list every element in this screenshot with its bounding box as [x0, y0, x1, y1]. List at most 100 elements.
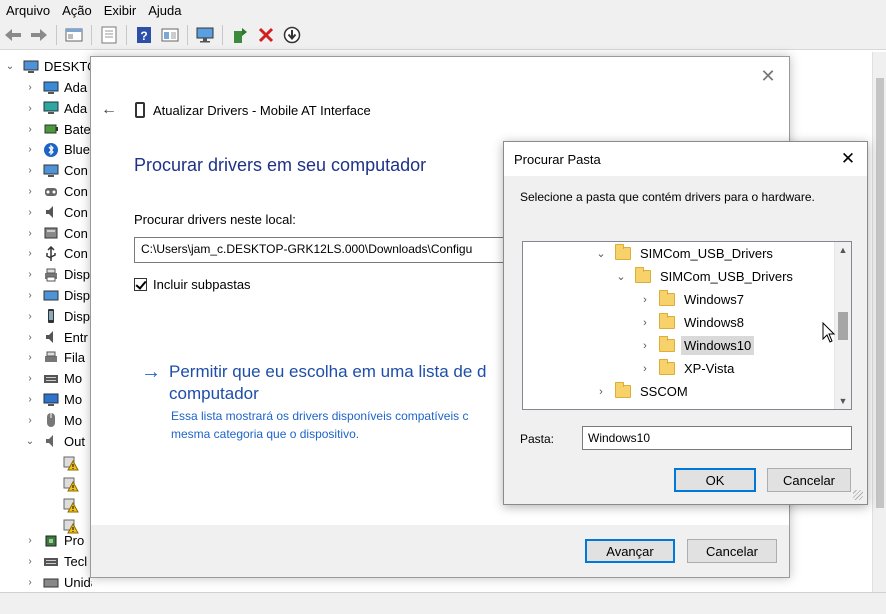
scroll-up-icon[interactable]: ▲	[835, 242, 851, 258]
device-tree-scrollbar[interactable]	[872, 52, 886, 592]
tree-item[interactable]: › Blue	[0, 139, 90, 160]
choose-from-list-title[interactable]: Permitir que eu escolha em uma lista de …	[169, 361, 499, 405]
back-arrow-icon[interactable]: ←	[101, 101, 123, 119]
chevron-right-icon[interactable]: ›	[24, 82, 36, 93]
tree-item[interactable]: › Mo	[0, 389, 82, 410]
tree-item[interactable]: › Bate	[0, 119, 90, 140]
chevron-right-icon[interactable]: ›	[24, 535, 36, 546]
chevron-right-icon[interactable]: ›	[24, 311, 36, 322]
wizard-close-button[interactable]: ✕	[757, 65, 779, 87]
tree-item[interactable]: › Disp	[0, 264, 90, 285]
next-button[interactable]: Avançar	[585, 539, 675, 563]
chevron-right-icon[interactable]: ›	[24, 290, 36, 301]
chevron-right-icon[interactable]: ›	[24, 103, 36, 114]
update-driver-icon[interactable]	[229, 24, 251, 46]
tree-item[interactable]: › Con	[0, 181, 88, 202]
chevron-right-icon[interactable]: ›	[24, 556, 36, 567]
chevron-right-icon[interactable]: ›	[24, 332, 36, 343]
chevron-right-icon[interactable]: ›	[24, 248, 36, 259]
scrollbar-thumb[interactable]	[876, 78, 884, 508]
tree-item[interactable]: › Con	[0, 202, 88, 223]
folder-input[interactable]	[582, 426, 852, 450]
menu-exibir[interactable]: Exibir	[98, 3, 143, 18]
tree-item[interactable]: › Con	[0, 160, 88, 181]
chevron-right-icon[interactable]: ›	[24, 269, 36, 280]
view-details-icon[interactable]	[159, 24, 181, 46]
scrollbar-thumb[interactable]	[838, 312, 848, 340]
ok-button[interactable]: OK	[674, 468, 756, 492]
chevron-down-icon[interactable]: ⌄	[593, 247, 609, 260]
scroll-down-icon[interactable]: ▼	[835, 393, 851, 409]
tree-root[interactable]: ⌄ DESKTO	[0, 56, 92, 77]
chevron-right-icon[interactable]: ›	[24, 144, 36, 155]
computer-icon	[22, 59, 40, 75]
folder-item[interactable]: › Windows10	[523, 334, 833, 357]
tree-item[interactable]: › Fila	[0, 347, 85, 368]
chevron-down-icon[interactable]: ⌄	[613, 270, 629, 283]
tree-item[interactable]: › Tecl	[0, 551, 87, 572]
checkbox-checked[interactable]	[134, 278, 147, 291]
folder-tree[interactable]: ⌄ SIMCom_USB_Drivers ⌄ SIMCom_USB_Drivers › W…	[522, 241, 852, 410]
chevron-right-icon[interactable]: ›	[24, 577, 36, 588]
tree-item[interactable]: › Con	[0, 243, 88, 264]
unknown-device-item[interactable]	[0, 494, 84, 515]
monitor-scan-icon[interactable]	[194, 24, 216, 46]
menu-ajuda[interactable]: Ajuda	[142, 3, 187, 18]
folder-item[interactable]: ⌄ SIMCom_USB_Drivers	[523, 242, 833, 265]
view-icon[interactable]	[98, 24, 120, 46]
properties-icon[interactable]	[63, 24, 85, 46]
tree-item-label: Mo	[64, 392, 83, 407]
tree-item[interactable]: › Unidades de disco	[0, 572, 92, 592]
folder-item[interactable]: › XP-Vista	[523, 357, 833, 380]
chevron-right-icon[interactable]: ›	[24, 124, 36, 135]
browse-cancel-button[interactable]: Cancelar	[767, 468, 851, 492]
chevron-right-icon[interactable]: ›	[24, 186, 36, 197]
tree-item[interactable]: › Disp	[0, 285, 90, 306]
tree-item[interactable]: › Mo	[0, 368, 82, 389]
unknown-device-item[interactable]	[0, 473, 84, 494]
chevron-right-icon[interactable]: ›	[24, 165, 36, 176]
folder-item[interactable]: › Windows8	[523, 311, 833, 334]
back-arrow-icon[interactable]	[2, 24, 24, 46]
folder-item[interactable]: › SSCOM	[523, 380, 833, 403]
browse-close-button[interactable]: ✕	[837, 148, 859, 170]
chevron-right-icon[interactable]: ›	[24, 352, 36, 363]
chevron-right-icon[interactable]: ›	[637, 363, 653, 375]
computer-icon	[42, 163, 60, 179]
forward-arrow-icon[interactable]	[28, 24, 50, 46]
chevron-right-icon[interactable]: ›	[24, 415, 36, 426]
wizard-cancel-button[interactable]: Cancelar	[687, 539, 777, 563]
tree-item[interactable]: › Ada	[0, 98, 87, 119]
tree-item[interactable]: › Con	[0, 223, 88, 244]
tree-item[interactable]: › Ada	[0, 77, 87, 98]
tree-item[interactable]: ⌄ Out	[0, 431, 85, 452]
chevron-right-icon[interactable]: ›	[24, 228, 36, 239]
chevron-right-icon[interactable]: ›	[24, 207, 36, 218]
chevron-down-icon[interactable]: ⌄	[24, 436, 36, 447]
disable-device-icon[interactable]	[281, 24, 303, 46]
tree-item[interactable]: › Entr	[0, 327, 88, 348]
tree-item[interactable]: › Pro	[0, 530, 84, 551]
chevron-down-icon[interactable]: ⌄	[4, 61, 16, 72]
chevron-right-icon[interactable]: ›	[637, 294, 653, 306]
menu-acao[interactable]: Ação	[56, 3, 98, 18]
chevron-right-icon[interactable]: ›	[24, 394, 36, 405]
folder-tree-scrollbar[interactable]: ▲ ▼	[834, 242, 851, 409]
tree-item[interactable]: › Mo	[0, 410, 82, 431]
chevron-right-icon[interactable]: ›	[637, 317, 653, 329]
help-icon[interactable]: ?	[133, 24, 155, 46]
menu-arquivo[interactable]: Arquivo	[0, 3, 56, 18]
chevron-right-icon[interactable]: ›	[637, 340, 653, 352]
folder-item[interactable]: ⌄ SIMCom_USB_Drivers	[523, 265, 833, 288]
resize-grip[interactable]	[853, 490, 863, 500]
unknown-device-item[interactable]	[0, 452, 84, 473]
driver-path-input[interactable]: C:\Users\jam_c.DESKTOP-GRK12LS.000\Downl…	[134, 237, 534, 263]
chevron-right-icon[interactable]: ›	[593, 386, 609, 398]
choose-from-list-link[interactable]: → Permitir que eu escolha em uma lista d…	[141, 361, 499, 405]
tree-item[interactable]: › Disp	[0, 306, 90, 327]
remove-device-icon[interactable]	[255, 24, 277, 46]
include-subfolders-checkbox[interactable]: Incluir subpastas	[134, 277, 251, 292]
chevron-right-icon[interactable]: ›	[24, 373, 36, 384]
folder-item[interactable]: › Windows7	[523, 288, 833, 311]
folder-label: Pasta:	[520, 432, 555, 446]
